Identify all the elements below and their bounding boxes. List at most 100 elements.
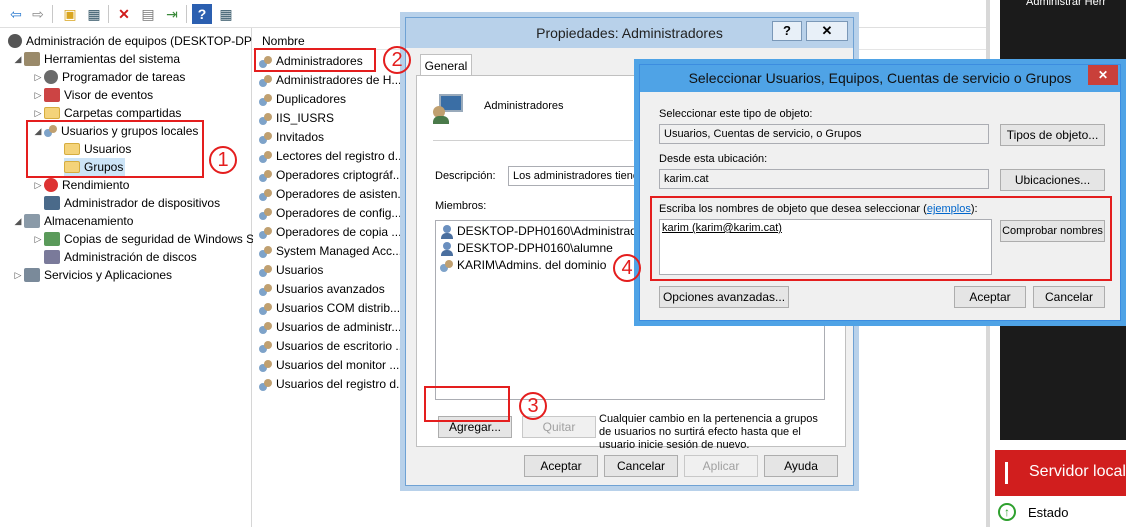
list-item[interactable]: Usuarios del registro d... — [259, 375, 409, 394]
advanced-options-button[interactable]: Opciones avanzadas... — [659, 286, 789, 308]
status-up-icon: ↑ — [998, 503, 1016, 521]
close-title-button[interactable]: ✕ — [806, 21, 848, 41]
divider — [433, 140, 633, 141]
group-icon — [259, 112, 273, 126]
list-item[interactable]: Usuarios del monitor ... — [259, 356, 409, 375]
ok-button[interactable]: Aceptar — [954, 286, 1026, 308]
cancel-button[interactable]: Cancelar — [604, 455, 678, 477]
object-type-field: Usuarios, Cuentas de servicio, o Grupos — [659, 124, 989, 144]
member-row[interactable]: DESKTOP-DPH0160\alumne — [440, 240, 613, 257]
computer-icon — [8, 34, 22, 48]
group-icon — [259, 150, 273, 164]
back-arrow-icon[interactable]: ⇦ — [6, 4, 26, 24]
list-item[interactable]: IIS_IUSRS — [259, 109, 409, 128]
annotation-4: 4 — [613, 254, 641, 282]
tree-item-services-apps[interactable]: ▷ Servicios y Aplicaciones — [12, 266, 172, 284]
tree-item-storage[interactable]: ◢ Almacenamiento — [12, 212, 133, 230]
ok-button[interactable]: Aceptar — [524, 455, 598, 477]
tree-item-event-viewer[interactable]: ▷ Visor de eventos — [32, 86, 153, 104]
tree-item-disk-management[interactable]: Administración de discos — [44, 248, 197, 266]
group-large-icon — [433, 92, 467, 124]
tree-item-windows-backup[interactable]: ▷ Copias de seguridad de Windows S — [32, 230, 254, 248]
object-types-button[interactable]: Tipos de objeto... — [1000, 124, 1105, 146]
tools-icon — [24, 52, 40, 66]
members-label: Miembros: — [435, 200, 487, 212]
performance-icon — [44, 178, 58, 192]
tree-item-performance[interactable]: ▷ Rendimiento — [32, 176, 129, 194]
group-name-label: Administradores — [484, 100, 564, 112]
up-folder-icon[interactable]: ▣ — [60, 4, 80, 24]
details-icon[interactable]: ▦ — [216, 4, 236, 24]
annotation-3: 3 — [519, 392, 547, 420]
forward-arrow-icon[interactable]: ⇨ — [28, 4, 48, 24]
person-body-icon — [433, 116, 449, 124]
groups-list: Nombre Administradores Administradores d… — [253, 28, 408, 527]
member-row[interactable]: KARIM\Admins. del dominio — [440, 257, 606, 274]
tree-item-root[interactable]: Administración de equipos (DESKTOP-DP — [8, 32, 252, 50]
clock-icon — [44, 70, 58, 84]
tab-general[interactable]: General — [420, 54, 472, 76]
help-title-button[interactable]: ? — [772, 21, 802, 41]
list-item[interactable]: Operadores de config... — [259, 204, 409, 223]
list-item[interactable]: Administradores de H... — [259, 71, 409, 90]
group-icon — [259, 283, 273, 297]
annotation-2: 2 — [383, 46, 411, 74]
list-item[interactable]: Duplicadores — [259, 90, 409, 109]
toolbar-separator — [186, 5, 187, 23]
list-item[interactable]: Usuarios de administr... — [259, 318, 409, 337]
list-item[interactable]: Operadores de copia ... — [259, 223, 409, 242]
list-item[interactable]: Usuarios de escritorio ... — [259, 337, 409, 356]
member-row[interactable]: DESKTOP-DPH0160\Administrador — [440, 223, 648, 240]
description-field[interactable]: Los administradores tienen — [508, 166, 642, 186]
column-header-strip — [854, 28, 986, 50]
help-button[interactable]: Ayuda — [764, 455, 838, 477]
export-icon[interactable]: ⇥ — [162, 4, 182, 24]
tree-item-task-scheduler[interactable]: ▷ Programador de tareas — [32, 68, 185, 86]
toolbar-separator — [108, 5, 109, 23]
locations-button[interactable]: Ubicaciones... — [1000, 169, 1105, 191]
cancel-button[interactable]: Cancelar — [1033, 286, 1105, 308]
highlight-box-administradores — [254, 48, 376, 72]
tree-item-device-manager[interactable]: Administrador de dispositivos — [44, 194, 220, 212]
group-icon — [259, 131, 273, 145]
group-icon — [259, 321, 273, 335]
membership-note: Cualquier cambio en la pertenencia a gru… — [599, 413, 818, 451]
properties-icon[interactable]: ▤ — [138, 4, 158, 24]
group-icon — [259, 378, 273, 392]
server-manager-menu[interactable]: Administrar Herr — [1026, 0, 1106, 8]
apply-button[interactable]: Aplicar — [684, 455, 758, 477]
services-icon — [24, 268, 40, 282]
group-icon — [259, 188, 273, 202]
tree-item-system-tools[interactable]: ◢ Herramientas del sistema — [12, 50, 180, 68]
server-icon — [1005, 462, 1008, 484]
local-server-label: Servidor local — [1029, 463, 1126, 480]
list-item[interactable]: Operadores criptográf... — [259, 166, 409, 185]
close-button[interactable]: ✕ — [1088, 65, 1118, 85]
group-icon — [259, 245, 273, 259]
list-item[interactable]: Usuarios avanzados — [259, 280, 409, 299]
list-item[interactable]: Lectores del registro d... — [259, 147, 409, 166]
disk-icon — [44, 250, 60, 264]
local-server-banner[interactable]: Servidor local — [995, 450, 1126, 496]
location-label: Desde esta ubicación: — [659, 153, 768, 165]
select-users-dialog: Seleccionar Usuarios, Equipos, Cuentas d… — [639, 64, 1121, 321]
group-icon — [259, 340, 273, 354]
group-icon — [440, 259, 454, 273]
delete-icon[interactable]: ✕ — [114, 4, 134, 24]
group-icon — [259, 74, 273, 88]
list-item[interactable]: Operadores de asisten... — [259, 185, 409, 204]
help-icon[interactable]: ? — [192, 4, 212, 24]
shared-folder-icon — [44, 107, 60, 119]
group-icon — [259, 226, 273, 240]
list-item[interactable]: Usuarios COM distrib... — [259, 299, 409, 318]
show-tree-icon[interactable]: ▦ — [84, 4, 104, 24]
list-item[interactable]: Usuarios — [259, 261, 409, 280]
highlight-box-add — [424, 386, 510, 422]
toolbar-separator — [52, 5, 53, 23]
highlight-box-users-groups — [26, 120, 204, 178]
list-item[interactable]: Invitados — [259, 128, 409, 147]
select-dialog-title: Seleccionar Usuarios, Equipos, Cuentas d… — [640, 65, 1120, 92]
list-item[interactable]: System Managed Acc... — [259, 242, 409, 261]
location-field: karim.cat — [659, 169, 989, 189]
status-label: Estado — [1028, 505, 1069, 520]
